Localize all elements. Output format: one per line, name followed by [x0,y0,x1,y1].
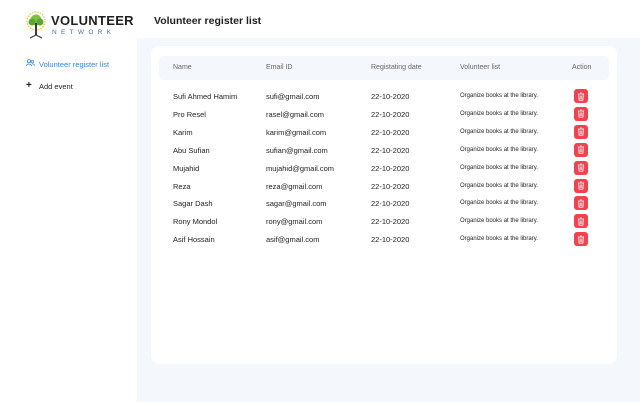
cell-date: 22-10-2020 [371,127,410,137]
cell-volunteer-task: Organize books at the library. [460,236,538,243]
cell-name: Rony Mondol [173,217,218,227]
trash-icon [577,181,585,190]
sidebar-item-label: Add event [39,81,73,91]
cell-volunteer-task: Organize books at the library. [460,218,538,225]
column-header-email: Email ID [266,64,293,71]
column-header-date: Registating date [371,64,422,71]
table-row: Sufi Ahmed Hamim sufi@gmail.com 22-10-2020… [151,87,617,105]
table-row: Reza reza@gmail.com 22-10-2020 Organize boo… [151,177,617,195]
trash-icon [577,163,585,172]
delete-button[interactable] [574,124,588,139]
cell-name: Karim [173,127,193,137]
table-row: Pro Resel rasel@gmail.com 22-10-2020 Organi… [151,105,617,123]
cell-volunteer-task: Organize books at the library. [460,128,538,135]
cell-name: Sufi Ahmed Hamim [173,92,238,101]
cell-email: sagar@gmail.com [266,199,327,209]
cell-date: 22-10-2020 [371,235,410,245]
cell-email: sufi@gmail.com [266,92,320,101]
delete-button[interactable] [574,178,588,193]
sidebar-nav: Volunteer register list + Add event [26,58,109,102]
cell-date: 22-10-2020 [371,145,410,155]
brand-subtitle: NETWORK [52,29,116,36]
sidebar-item-volunteer-register-list[interactable]: Volunteer register list [26,58,109,70]
cell-name: Mujahid [173,163,200,173]
delete-button[interactable] [574,214,588,229]
cell-email: karim@gmail.com [266,127,327,137]
table-row: Sagar Dash sagar@gmail.com 22-10-2020 Organ… [151,194,617,212]
cell-volunteer-task: Organize books at the library. [460,182,538,189]
cell-date: 22-10-2020 [371,199,410,209]
cell-volunteer-task: Organize books at the library. [460,146,538,153]
cell-date: 22-10-2020 [371,181,410,191]
table-row: Karim karim@gmail.com 22-10-2020 Organize b… [151,123,617,141]
trash-icon [577,145,585,154]
plus-icon: + [26,80,32,91]
cell-name: Abu Sufian [173,145,210,155]
cell-email: rasel@gmail.com [266,109,325,119]
page-title: Volunteer register list [154,15,262,27]
cell-date: 22-10-2020 [371,92,410,101]
table-card: Name Email ID Registating date Volunteer… [151,46,617,364]
cell-email: reza@gmail.com [266,181,323,191]
cell-name: Pro Resel [173,109,206,119]
table-row: Abu Sufian sufian@gmail.com 22-10-2020 Orga… [151,141,617,159]
users-icon [26,59,36,69]
table-row: Asif Hossain asif@gmail.com 22-10-2020 Orga… [151,230,617,248]
cell-email: sufian@gmail.com [266,145,328,155]
trash-icon [577,235,585,244]
logo[interactable]: VOLUNTEER NETWORK [24,10,134,40]
column-header-volunteer-list: Volunteer list [460,64,501,71]
cell-date: 22-10-2020 [371,109,410,119]
brand-title: VOLUNTEER [51,13,134,28]
trash-icon [577,127,585,136]
cell-name: Sagar Dash [173,199,213,209]
sidebar-item-add-event[interactable]: + Add event [26,80,109,92]
cell-date: 22-10-2020 [371,163,410,173]
delete-button[interactable] [574,196,588,211]
cell-name: Asif Hossain [173,235,215,245]
sidebar: VOLUNTEER NETWORK Volunteer register lis… [0,0,137,402]
trash-icon [577,92,585,101]
cell-date: 22-10-2020 [371,217,410,227]
cell-volunteer-task: Organize books at the library. [460,110,538,117]
cell-volunteer-task: Organize books at the library. [460,200,538,207]
delete-button[interactable] [574,232,588,247]
column-header-name: Name [173,64,192,71]
column-header-action: Action [572,64,592,71]
trash-icon [577,217,585,226]
table-row: Rony Mondol rony@gmail.com 22-10-2020 Organ… [151,212,617,230]
cell-email: mujahid@gmail.com [266,163,335,173]
delete-button[interactable] [574,142,588,157]
cell-email: asif@gmail.com [266,235,320,245]
trash-icon [577,109,585,118]
table-row: Mujahid mujahid@gmail.com 22-10-2020 Organi… [151,159,617,177]
table-header: Name Email ID Registating date Volunteer… [159,56,609,80]
cell-volunteer-task: Organize books at the library. [460,93,538,99]
delete-button[interactable] [574,160,588,175]
delete-button[interactable] [574,106,588,121]
main-content: Name Email ID Registating date Volunteer… [137,38,640,402]
trash-icon [577,199,585,208]
delete-button[interactable] [574,89,588,103]
cell-name: Reza [173,181,191,191]
cell-email: rony@gmail.com [266,217,323,227]
tree-logo-icon [26,11,46,39]
sidebar-item-label: Volunteer register list [39,59,110,69]
cell-volunteer-task: Organize books at the library. [460,164,538,171]
